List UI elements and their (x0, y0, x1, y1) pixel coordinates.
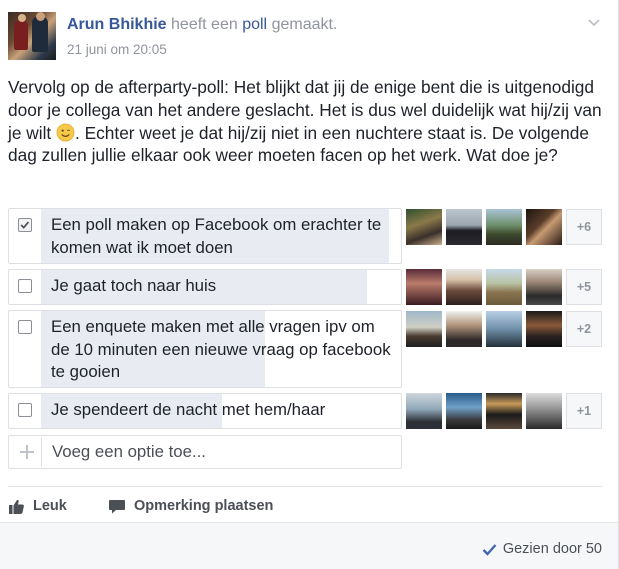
author-line: Arun Bhikhie heeft een poll gemaakt. (67, 16, 337, 34)
post-timestamp[interactable]: 21 juni om 20:05 (67, 42, 167, 57)
plus-icon (20, 445, 34, 459)
author-name-link[interactable]: Arun Bhikhie (67, 16, 167, 33)
poll-option[interactable]: Je gaat toch naar huis (8, 269, 402, 305)
voter-avatar[interactable] (486, 311, 522, 347)
poll-option-checkbox[interactable] (18, 403, 32, 417)
post-header: Arun Bhikhie heeft een poll gemaakt. 21 … (8, 12, 618, 62)
poll-option[interactable]: Een poll maken op Facebook om erachter t… (8, 208, 402, 264)
voter-avatar[interactable] (406, 393, 442, 429)
checkmark-icon (20, 221, 30, 229)
divider (8, 486, 602, 487)
voter-avatar[interactable] (486, 209, 522, 245)
author-action: heeft een poll gemaakt. (171, 16, 337, 33)
voter-avatar[interactable] (406, 311, 442, 347)
voter-avatar[interactable] (446, 269, 482, 305)
voter-avatar[interactable] (526, 269, 562, 305)
chevron-down-icon[interactable] (586, 14, 602, 30)
poll-option-label: Je gaat toch naar huis (51, 276, 217, 295)
post-text-part2: . Echter weet je dat hij/zij niet in een… (8, 122, 589, 166)
post-card: Arun Bhikhie heeft een poll gemaakt. 21 … (0, 0, 619, 569)
add-option-input[interactable] (41, 438, 397, 466)
poll-option-checkbox[interactable] (18, 279, 32, 293)
voter-avatar[interactable] (486, 269, 522, 305)
checkmark-icon (482, 543, 497, 556)
author-avatar[interactable] (8, 12, 56, 60)
voter-avatar[interactable] (526, 209, 562, 245)
action-prefix: heeft een (171, 16, 238, 33)
like-button[interactable]: Leuk (8, 496, 67, 516)
thumbs-up-icon (9, 499, 24, 514)
add-option-row (8, 435, 402, 469)
poll-option-label: Een enquete maken met alle vragen ipv om… (51, 317, 391, 381)
comment-button[interactable]: Opmerking plaatsen (108, 496, 273, 516)
voter-avatar[interactable] (406, 209, 442, 245)
voter-avatar[interactable] (406, 269, 442, 305)
voter-avatar[interactable] (486, 393, 522, 429)
comment-label: Opmerking plaatsen (134, 498, 274, 514)
voter-avatar[interactable] (526, 311, 562, 347)
more-voters-button[interactable]: +2 (566, 311, 602, 347)
smile-emoji-icon (56, 123, 75, 142)
like-label: Leuk (33, 498, 67, 514)
poll-option-label: Een poll maken op Facebook om erachter t… (51, 215, 382, 257)
more-voters-button[interactable]: +6 (566, 209, 602, 245)
voter-avatar[interactable] (446, 393, 482, 429)
voter-avatar[interactable] (446, 311, 482, 347)
more-voters-button[interactable]: +5 (566, 269, 602, 305)
more-voters-button[interactable]: +1 (566, 393, 602, 429)
poll-option-checkbox[interactable] (18, 218, 32, 232)
poll-option-checkbox[interactable] (18, 320, 32, 334)
poll-option[interactable]: Een enquete maken met alle vragen ipv om… (8, 310, 402, 388)
action-suffix: gemaakt. (271, 16, 338, 33)
voter-avatar[interactable] (446, 209, 482, 245)
seen-by-label: Gezien door 50 (502, 541, 602, 557)
comment-icon (109, 499, 125, 513)
post-footer: Gezien door 50 (0, 522, 618, 569)
post-text: Vervolg op de afterparty-poll: Het blijk… (8, 76, 608, 167)
voter-avatar[interactable] (526, 393, 562, 429)
poll-option-label: Je spendeert de nacht met hem/haar (51, 400, 326, 419)
poll-link[interactable]: poll (242, 16, 267, 33)
seen-by[interactable]: Gezien door 50 (482, 541, 602, 557)
poll-option[interactable]: Je spendeert de nacht met hem/haar (8, 393, 402, 429)
